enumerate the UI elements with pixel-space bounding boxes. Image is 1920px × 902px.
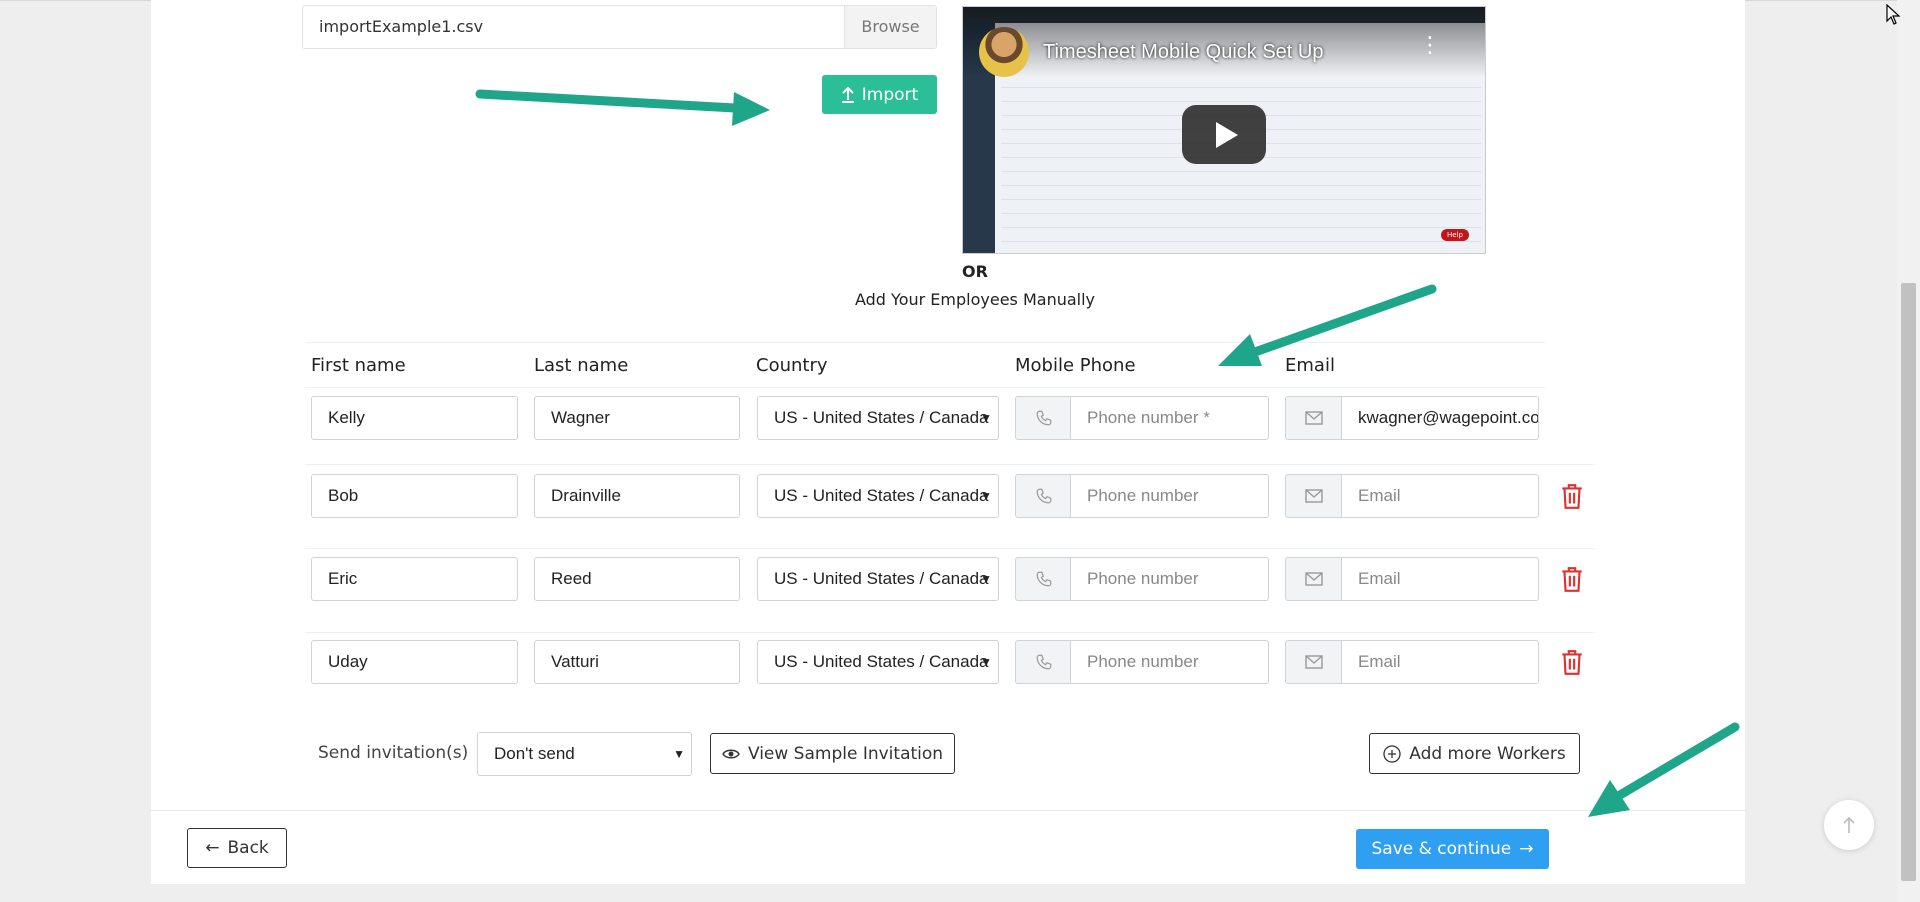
upload-icon [841, 86, 854, 103]
trash-icon[interactable] [1559, 648, 1585, 676]
video-row-line [1001, 185, 1481, 186]
chevron-down-icon: ▼ [673, 747, 685, 761]
video-row-line [1001, 241, 1481, 242]
header-first-name: First name [311, 355, 406, 376]
save-continue-button[interactable]: Save & continue → [1356, 829, 1549, 869]
more-options-icon[interactable]: ⋮ [1419, 35, 1441, 57]
envelope-icon [1285, 474, 1341, 518]
row-divider [305, 632, 1595, 633]
country-select-value: US - United States / Canada [774, 486, 989, 505]
country-select-value: US - United States / Canada [774, 652, 989, 671]
row-divider [305, 464, 1595, 465]
chevron-down-icon: ▼ [980, 411, 992, 425]
last-name-input[interactable]: Reed [534, 557, 740, 601]
first-name-input[interactable]: Bob [311, 474, 518, 518]
video-row-line [1001, 87, 1481, 88]
email-input[interactable]: Email [1341, 640, 1539, 684]
arrow-left-icon: ← [205, 838, 220, 858]
phone-icon [1015, 557, 1071, 601]
video-row-line [1001, 199, 1481, 200]
phone-input[interactable]: Phone number * [1070, 396, 1269, 440]
country-select[interactable]: US - United States / Canada ▼ [757, 396, 999, 440]
email-input[interactable]: kwagner@wagepoint.com [1341, 396, 1539, 440]
save-continue-label: Save & continue [1371, 839, 1512, 859]
header-last-name: Last name [534, 355, 629, 376]
country-select[interactable]: US - United States / Canada ▼ [757, 474, 999, 518]
envelope-icon [1285, 557, 1341, 601]
video-player[interactable]: Timesheet Mobile Quick Set Up ⋮ Help [962, 6, 1486, 254]
eye-icon [722, 749, 740, 758]
arrow-up-icon [1843, 816, 1855, 833]
envelope-icon [1285, 640, 1341, 684]
phone-icon [1015, 640, 1071, 684]
phone-input[interactable]: Phone number [1070, 474, 1269, 518]
header-country: Country [756, 355, 828, 376]
country-select[interactable]: US - United States / Canada ▼ [757, 557, 999, 601]
back-button[interactable]: ← Back [187, 828, 287, 868]
email-input[interactable]: Email [1341, 557, 1539, 601]
row-divider [305, 548, 1595, 549]
video-row-line [1001, 227, 1481, 228]
first-name-input[interactable]: Kelly [311, 396, 518, 440]
add-more-workers-label: Add more Workers [1409, 743, 1566, 764]
header-mobile-phone: Mobile Phone [1015, 355, 1136, 376]
plus-circle-icon [1383, 744, 1401, 763]
channel-avatar[interactable] [979, 27, 1029, 77]
or-divider: OR [962, 262, 988, 281]
phone-icon [1015, 396, 1071, 440]
first-name-input[interactable]: Uday [311, 640, 518, 684]
phone-icon [1015, 474, 1071, 518]
employee-table-header: First name Last name Country Mobile Phon… [305, 342, 1545, 388]
phone-input[interactable]: Phone number [1070, 640, 1269, 684]
last-name-input[interactable]: Drainville [534, 474, 740, 518]
mouse-cursor-icon [1886, 4, 1901, 25]
view-sample-invitation-button[interactable]: View Sample Invitation [710, 733, 955, 774]
play-icon [1215, 121, 1238, 148]
import-button-label: Import [861, 84, 919, 105]
send-invitation-value: Don't send [494, 744, 575, 763]
country-select-value: US - United States / Canada [774, 408, 989, 427]
first-name-input[interactable]: Eric [311, 557, 518, 601]
video-help-badge: Help [1441, 229, 1469, 241]
phone-input[interactable]: Phone number [1070, 557, 1269, 601]
arrow-right-icon: → [1519, 839, 1534, 859]
file-name-display: importExample1.csv [319, 17, 484, 36]
email-input[interactable]: Email [1341, 474, 1539, 518]
last-name-input[interactable]: Vatturi [534, 640, 740, 684]
file-upload-field[interactable]: importExample1.csv Browse [302, 5, 937, 49]
browse-button[interactable]: Browse [844, 6, 936, 48]
chevron-down-icon: ▼ [980, 655, 992, 669]
send-invitation-label: Send invitation(s) [318, 743, 469, 763]
header-email: Email [1285, 355, 1335, 376]
footer-divider [151, 810, 1745, 811]
envelope-icon [1285, 396, 1341, 440]
send-invitation-select[interactable]: Don't send ▼ [477, 732, 692, 776]
view-sample-label: View Sample Invitation [747, 743, 944, 764]
last-name-input[interactable]: Wagner [534, 396, 740, 440]
play-button[interactable] [1182, 105, 1266, 164]
trash-icon[interactable] [1559, 565, 1585, 593]
scroll-to-top-button[interactable] [1824, 800, 1874, 850]
back-label: Back [227, 838, 269, 858]
import-button[interactable]: Import [822, 75, 937, 114]
country-select-value: US - United States / Canada [774, 569, 989, 588]
add-more-workers-button[interactable]: Add more Workers [1369, 733, 1580, 774]
video-row-line [1001, 171, 1481, 172]
video-row-line [1001, 213, 1481, 214]
scrollbar-thumb[interactable] [1901, 283, 1916, 881]
video-title[interactable]: Timesheet Mobile Quick Set Up [1043, 41, 1323, 64]
manual-entry-heading: Add Your Employees Manually [854, 290, 1096, 309]
video-row-line [1001, 101, 1481, 102]
country-select[interactable]: US - United States / Canada ▼ [757, 640, 999, 684]
chevron-down-icon: ▼ [980, 489, 992, 503]
chevron-down-icon: ▼ [980, 572, 992, 586]
trash-icon[interactable] [1559, 482, 1585, 510]
